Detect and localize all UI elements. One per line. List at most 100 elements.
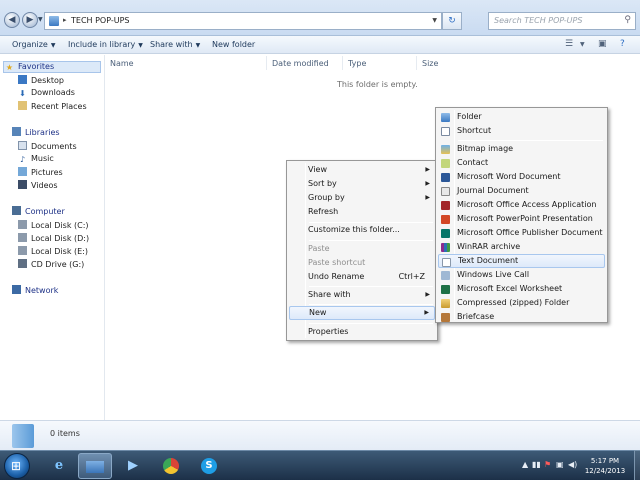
share-with-button[interactable]: Share with ▼ bbox=[150, 40, 200, 49]
menu-item-share-with[interactable]: Share with ▶ bbox=[289, 288, 435, 302]
view-dropdown-icon[interactable]: ▼ bbox=[580, 41, 585, 48]
nav-network[interactable]: Network bbox=[12, 285, 58, 295]
menu-item-new[interactable]: New ▶ bbox=[289, 306, 435, 320]
refresh-button[interactable]: ↻ bbox=[442, 12, 462, 30]
menu-item-group-by[interactable]: Group by ▶ bbox=[289, 191, 435, 205]
new-word-document-item[interactable]: Microsoft Word Document bbox=[438, 170, 605, 184]
nav-computer[interactable]: Computer bbox=[12, 206, 65, 216]
nav-disk-d[interactable]: Local Disk (D:) bbox=[18, 233, 89, 243]
downloads-icon: ⬇ bbox=[19, 89, 26, 98]
show-desktop-button[interactable] bbox=[634, 450, 640, 480]
windows-explorer-taskbar-button[interactable] bbox=[78, 453, 112, 479]
nav-documents[interactable]: Documents bbox=[18, 141, 77, 151]
new-contact-item[interactable]: Contact bbox=[438, 156, 605, 170]
new-access-item[interactable]: Microsoft Office Access Application bbox=[438, 198, 605, 212]
desktop-icon bbox=[18, 75, 27, 84]
submenu-arrow-icon: ▶ bbox=[425, 291, 430, 298]
contact-icon bbox=[441, 159, 450, 168]
libraries-icon bbox=[12, 127, 21, 136]
show-hidden-icons-icon[interactable]: ▲ bbox=[522, 460, 528, 469]
preview-pane-icon[interactable]: ▣ bbox=[598, 39, 607, 49]
action-center-icon[interactable]: ⚑ bbox=[544, 460, 551, 469]
new-briefcase-label: Briefcase bbox=[457, 312, 495, 321]
column-date-modified[interactable]: Date modified bbox=[272, 59, 329, 68]
view-options-icon[interactable]: ☰ bbox=[565, 39, 573, 49]
chevron-down-icon: ▼ bbox=[50, 42, 56, 49]
menu-separator bbox=[309, 323, 433, 324]
menu-item-properties[interactable]: Properties bbox=[289, 325, 435, 339]
explorer-icon bbox=[86, 460, 104, 473]
bitmap-icon bbox=[441, 145, 450, 154]
search-input[interactable]: Search TECH POP-UPS ⚲ bbox=[488, 12, 636, 30]
nav-cd-drive[interactable]: CD Drive (G:) bbox=[18, 259, 84, 269]
volume-icon[interactable]: ◀) bbox=[568, 460, 577, 469]
column-type[interactable]: Type bbox=[348, 59, 366, 68]
back-button[interactable]: ◀ bbox=[4, 12, 20, 28]
nav-disk-c-label: Local Disk (C:) bbox=[31, 221, 89, 230]
new-winrar-item[interactable]: WinRAR archive bbox=[438, 240, 605, 254]
nav-computer-label: Computer bbox=[25, 207, 65, 216]
new-powerpoint-item[interactable]: Microsoft PowerPoint Presentation bbox=[438, 212, 605, 226]
new-folder-button[interactable]: New folder bbox=[212, 40, 255, 49]
clock[interactable]: 5:17 PM 12/24/2013 bbox=[580, 456, 630, 476]
new-contact-label: Contact bbox=[457, 158, 489, 167]
nav-desktop[interactable]: Desktop bbox=[18, 75, 64, 85]
column-divider[interactable] bbox=[266, 56, 267, 70]
menu-item-customize[interactable]: Customize this folder... bbox=[289, 223, 435, 237]
menu-item-sort-by[interactable]: Sort by ▶ bbox=[289, 177, 435, 191]
path-text[interactable]: TECH POP-UPS bbox=[71, 16, 130, 25]
nav-videos[interactable]: Videos bbox=[18, 180, 58, 190]
internet-explorer-icon[interactable]: e bbox=[42, 453, 76, 479]
new-publisher-item[interactable]: Microsoft Office Publisher Document bbox=[438, 226, 605, 240]
skype-icon[interactable]: S bbox=[192, 453, 226, 479]
path-separator-icon[interactable]: ▸ bbox=[63, 16, 67, 24]
new-journal-document-item[interactable]: Journal Document bbox=[438, 184, 605, 198]
column-divider[interactable] bbox=[342, 56, 343, 70]
menu-item-view[interactable]: View ▶ bbox=[289, 163, 435, 177]
new-text-document-item[interactable]: Text Document bbox=[438, 254, 605, 268]
menu-item-groupby-label: Group by bbox=[308, 193, 345, 202]
winrar-icon bbox=[441, 243, 450, 252]
path-dropdown-icon[interactable]: ▼ bbox=[432, 17, 437, 24]
nav-downloads[interactable]: ⬇ Downloads bbox=[18, 88, 75, 98]
path-box[interactable]: ▸ TECH POP-UPS ▼ bbox=[44, 12, 442, 30]
new-shortcut-item[interactable]: Shortcut bbox=[438, 124, 605, 138]
forward-button[interactable]: ▶ bbox=[22, 12, 38, 28]
nav-pictures[interactable]: Pictures bbox=[18, 167, 63, 177]
organize-button[interactable]: Organize ▼ bbox=[12, 40, 55, 49]
nav-disk-e[interactable]: Local Disk (E:) bbox=[18, 246, 88, 256]
nav-favorites[interactable]: ★ Favorites bbox=[3, 61, 101, 73]
nav-disk-c[interactable]: Local Disk (C:) bbox=[18, 220, 89, 230]
pictures-icon bbox=[18, 167, 27, 176]
column-size[interactable]: Size bbox=[422, 59, 438, 68]
tray-app-icon[interactable]: ▣ bbox=[556, 460, 564, 469]
new-journal-label: Journal Document bbox=[457, 186, 529, 195]
chrome-icon[interactable] bbox=[154, 453, 188, 479]
new-bitmap-item[interactable]: Bitmap image bbox=[438, 142, 605, 156]
include-label: Include in library bbox=[68, 40, 136, 49]
new-live-call-item[interactable]: Windows Live Call bbox=[438, 268, 605, 282]
nav-music[interactable]: ♪ Music bbox=[18, 154, 54, 164]
media-player-icon[interactable]: ▶ bbox=[116, 453, 150, 479]
new-bitmap-label: Bitmap image bbox=[457, 144, 514, 153]
undo-shortcut-label: Ctrl+Z bbox=[398, 272, 425, 281]
computer-icon bbox=[12, 206, 21, 215]
include-in-library-button[interactable]: Include in library ▼ bbox=[68, 40, 143, 49]
new-zip-folder-item[interactable]: Compressed (zipped) Folder bbox=[438, 296, 605, 310]
column-name[interactable]: Name bbox=[110, 59, 134, 68]
nav-recent-places[interactable]: Recent Places bbox=[18, 101, 87, 111]
help-icon[interactable]: ? bbox=[620, 39, 625, 49]
new-briefcase-item[interactable]: Briefcase bbox=[438, 310, 605, 324]
nav-libraries[interactable]: Libraries bbox=[12, 127, 60, 137]
menu-separator bbox=[309, 304, 433, 305]
column-divider[interactable] bbox=[416, 56, 417, 70]
search-icon[interactable]: ⚲ bbox=[624, 15, 631, 25]
recent-pages-dropdown-icon[interactable]: ▼ bbox=[38, 16, 43, 23]
windows-logo-icon: ⊞ bbox=[11, 459, 22, 473]
network-signal-icon[interactable]: ▮▮ bbox=[532, 460, 541, 469]
new-excel-item[interactable]: Microsoft Excel Worksheet bbox=[438, 282, 605, 296]
new-folder-item[interactable]: Folder bbox=[438, 110, 605, 124]
menu-item-refresh[interactable]: Refresh bbox=[289, 205, 435, 219]
start-button[interactable]: ⊞ bbox=[4, 453, 30, 479]
menu-item-undo-rename[interactable]: Undo Rename Ctrl+Z bbox=[289, 270, 435, 284]
